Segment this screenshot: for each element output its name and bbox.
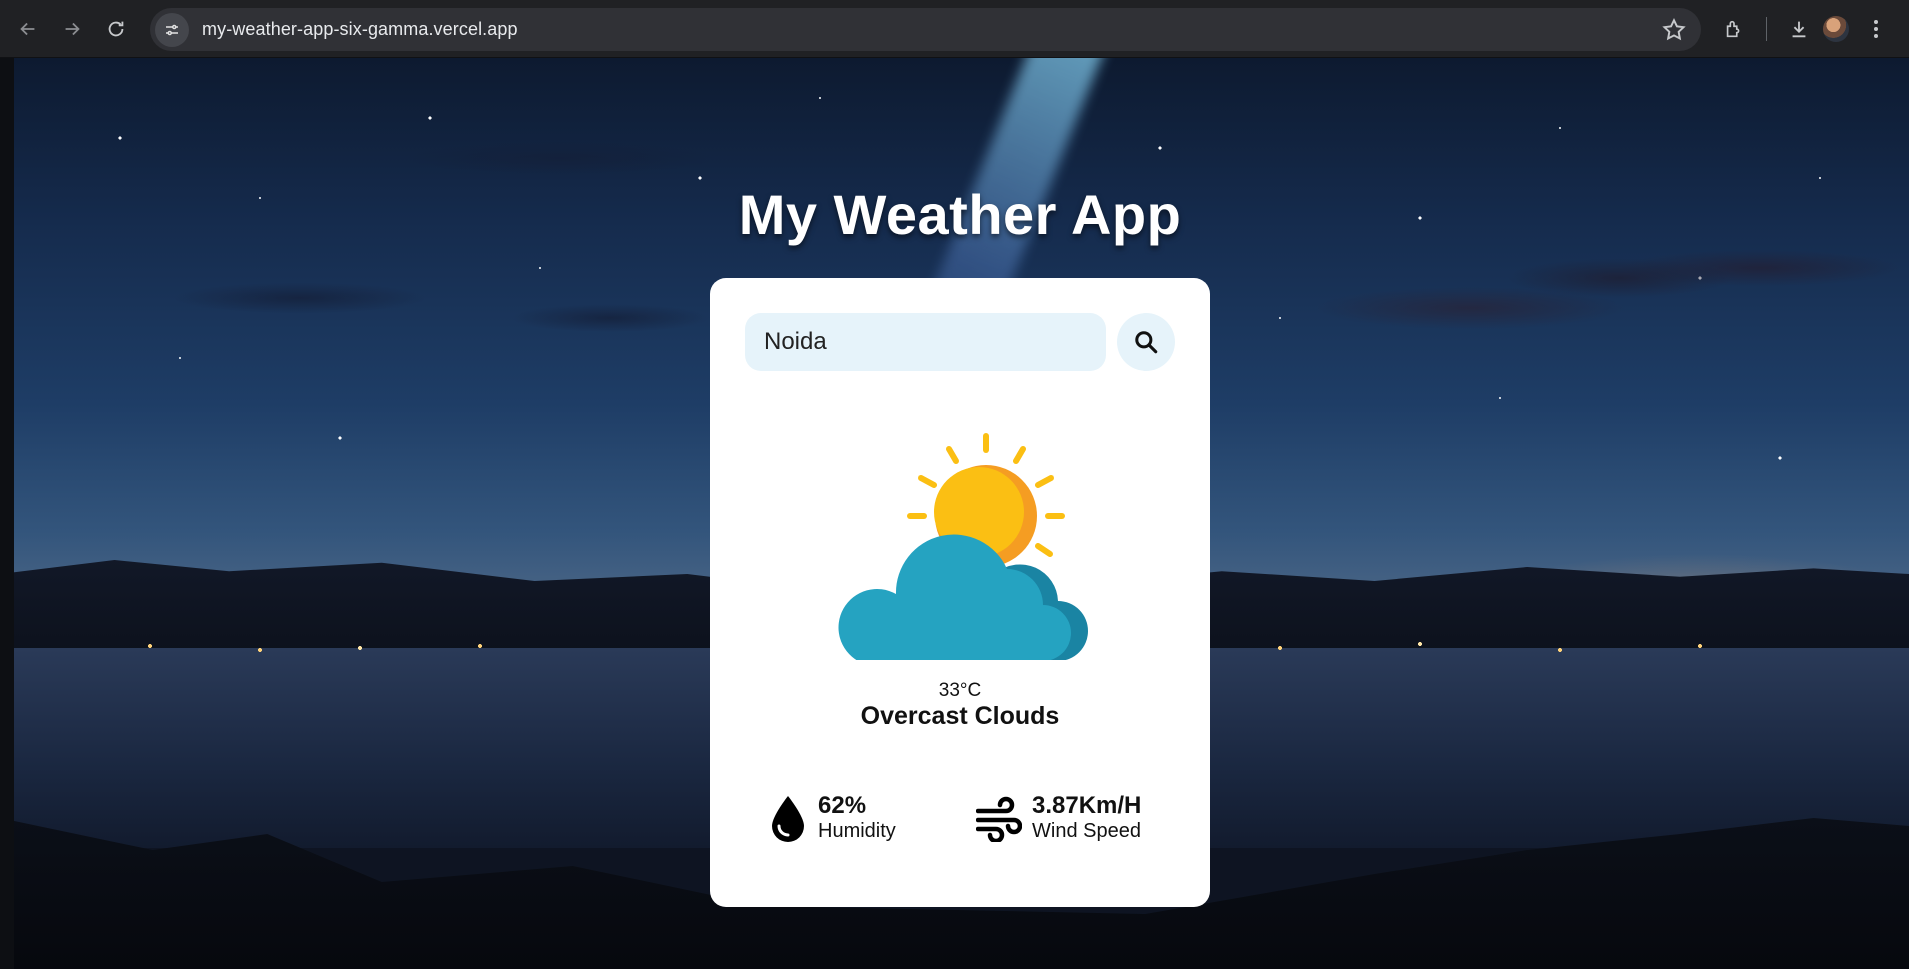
forward-icon[interactable] — [53, 10, 91, 48]
address-bar[interactable]: my-weather-app-six-gamma.vercel.app — [150, 8, 1701, 51]
wind-label: Wind Speed — [1032, 820, 1141, 842]
partly-cloudy-icon — [838, 433, 1088, 660]
humidity-label: Humidity — [818, 820, 896, 842]
wind-stat: 3.87Km/H Wind Speed — [976, 793, 1141, 843]
reload-icon[interactable] — [97, 10, 135, 48]
site-info-icon[interactable] — [155, 12, 189, 47]
humidity-value: 62% — [818, 792, 867, 819]
star-icon[interactable] — [1661, 17, 1687, 43]
extensions-icon[interactable] — [1716, 11, 1752, 47]
url-text[interactable]: my-weather-app-six-gamma.vercel.app — [202, 19, 518, 40]
profile-avatar[interactable] — [1823, 16, 1849, 42]
menu-icon[interactable] — [1861, 19, 1891, 39]
wind-icon — [976, 796, 1022, 842]
humidity-drop-icon — [772, 796, 804, 842]
search-icon — [1135, 331, 1158, 354]
toolbar-divider — [1766, 17, 1767, 41]
search-button[interactable] — [1117, 313, 1175, 371]
weather-condition: Overcast Clouds — [860, 702, 1060, 730]
humidity-stat: 62% Humidity — [768, 793, 896, 843]
city-search-input[interactable] — [745, 313, 1106, 371]
wind-value: 3.87Km/H — [1032, 792, 1142, 819]
temperature: 33°C — [938, 680, 982, 701]
back-icon[interactable] — [9, 10, 47, 48]
download-icon[interactable] — [1781, 11, 1817, 47]
app-title: My Weather App — [738, 183, 1182, 246]
browser-toolbar: my-weather-app-six-gamma.vercel.app — [0, 0, 1909, 58]
search-row — [745, 313, 1175, 371]
weather-card: 33°C Overcast Clouds 62% Humidity 3.87Km… — [710, 278, 1210, 907]
